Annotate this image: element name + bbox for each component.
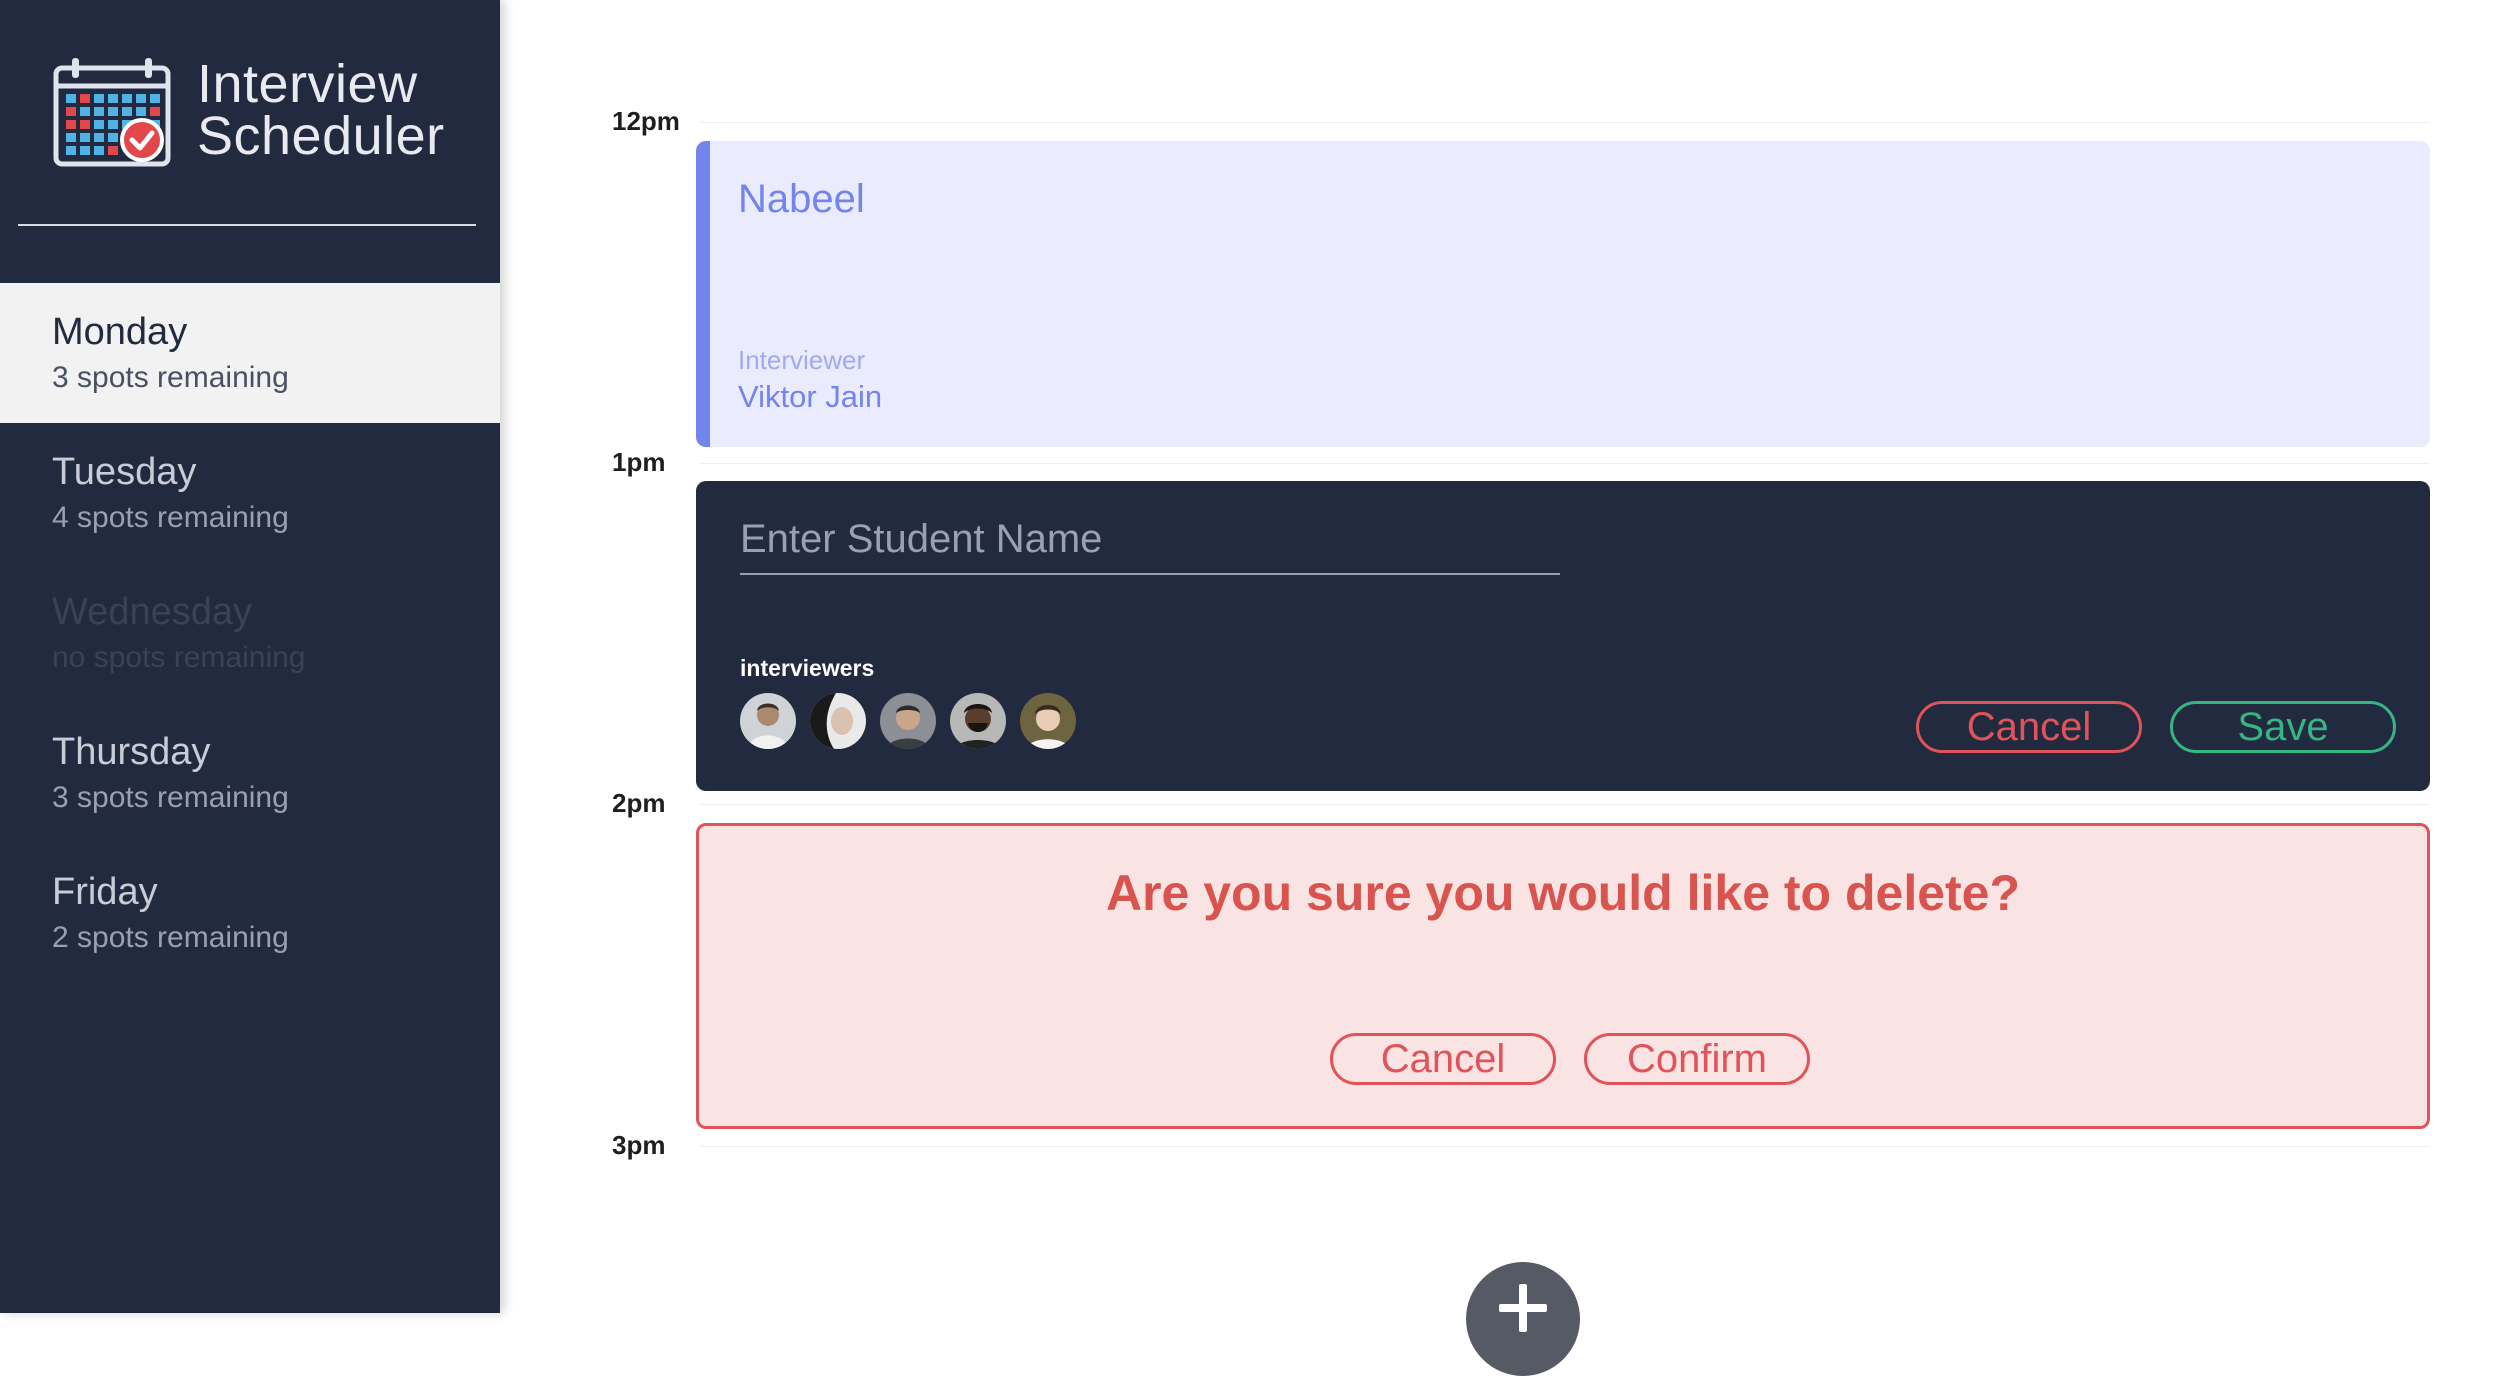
time-label-2pm: 2pm — [612, 788, 666, 818]
time-label-3pm: 3pm — [612, 1130, 666, 1160]
day-name: Friday — [52, 871, 158, 913]
cancel-button[interactable]: Cancel — [1916, 701, 2142, 753]
sidebar-item-monday[interactable]: Monday 3 spots remaining — [0, 283, 500, 423]
spots-remaining: 4 spots remaining — [52, 501, 289, 534]
time-divider — [700, 463, 2430, 464]
appointment-accent-bar — [696, 141, 710, 447]
sidebar-item-wednesday[interactable]: Wednesday no spots remaining — [0, 563, 500, 703]
day-name: Wednesday — [52, 591, 252, 633]
sidebar-item-thursday[interactable]: Thursday 3 spots remaining — [0, 703, 500, 843]
app-title-line2: Scheduler — [197, 106, 445, 166]
save-button[interactable]: Save — [2170, 701, 2396, 753]
avatar-image — [950, 693, 1006, 749]
day-name: Monday — [52, 311, 188, 353]
sidebar: Interview Scheduler Monday 3 spots remain… — [0, 0, 500, 1313]
calendar-check-icon — [53, 58, 171, 167]
spots-remaining: 3 spots remaining — [52, 361, 289, 394]
avatar-image — [740, 693, 796, 749]
time-divider — [700, 122, 2430, 123]
sidebar-divider — [18, 224, 476, 226]
confirm-cancel-button[interactable]: Cancel — [1330, 1033, 1556, 1085]
interviewer-avatar[interactable] — [950, 693, 1006, 749]
interviewer-avatar[interactable] — [880, 693, 936, 749]
interviewer-avatar[interactable] — [810, 693, 866, 749]
delete-confirmation: Are you sure you would like to delete? C… — [696, 823, 2430, 1129]
avatar-image — [1020, 693, 1076, 749]
time-label-1pm: 1pm — [612, 447, 666, 477]
interviewer-label: Interviewer — [738, 345, 866, 375]
interviewer-avatar[interactable] — [1020, 693, 1076, 749]
app-title-line1: Interview — [197, 54, 418, 114]
sidebar-item-friday[interactable]: Friday 2 spots remaining — [0, 843, 500, 983]
interviewer-name: Viktor Jain — [738, 379, 883, 414]
interviewers-label: interviewers — [740, 655, 875, 681]
plus-icon — [1499, 1284, 1547, 1332]
student-name-input[interactable] — [740, 511, 1560, 575]
student-name: Nabeel — [738, 177, 865, 221]
app-title: Interview Scheduler — [197, 54, 445, 166]
day-name: Tuesday — [52, 451, 197, 493]
sidebar-item-tuesday[interactable]: Tuesday 4 spots remaining — [0, 423, 500, 563]
confirm-delete-button[interactable]: Confirm — [1584, 1033, 1810, 1085]
appointment-booked[interactable]: Nabeel Interviewer Viktor Jain — [696, 141, 2430, 447]
time-divider — [700, 1146, 2430, 1147]
spots-remaining: 2 spots remaining — [52, 921, 289, 954]
avatar-image — [880, 693, 936, 749]
confirm-message: Are you sure you would like to delete? — [1105, 865, 2021, 921]
avatar-image — [810, 693, 866, 749]
add-appointment-button[interactable] — [1466, 1262, 1580, 1376]
time-divider — [700, 804, 2430, 805]
day-name: Thursday — [52, 731, 211, 773]
interviewer-avatar[interactable] — [740, 693, 796, 749]
appointment-form: interviewers — [696, 481, 2430, 791]
time-label-12pm: 12pm — [612, 106, 680, 136]
spots-remaining: 3 spots remaining — [52, 781, 289, 814]
spots-remaining: no spots remaining — [52, 641, 306, 674]
